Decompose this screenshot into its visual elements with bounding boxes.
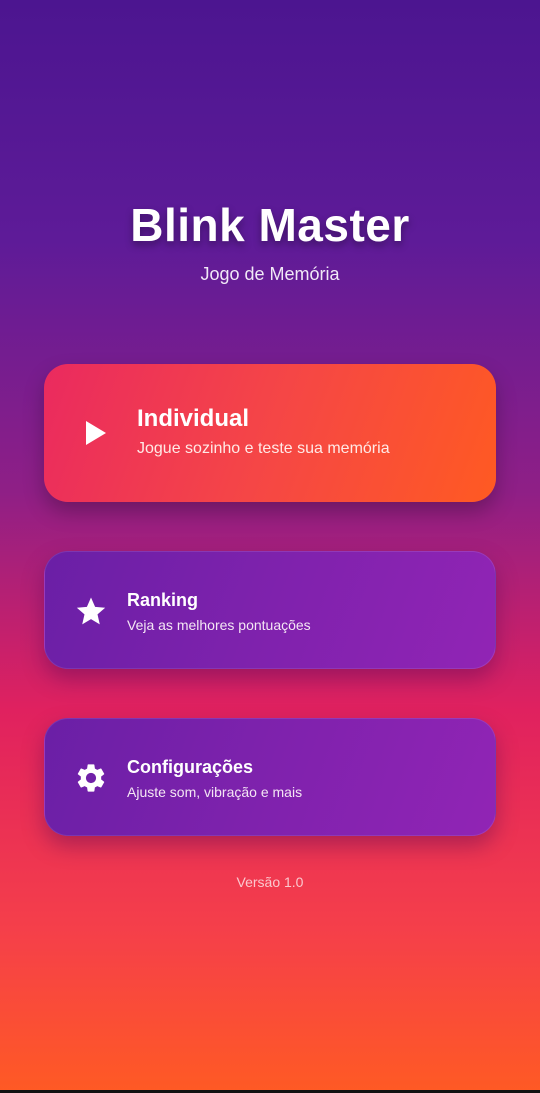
ranking-button[interactable]: Ranking Veja as melhores pontuações xyxy=(44,551,496,669)
ranking-title: Ranking xyxy=(127,590,199,610)
settings-description: Ajuste som, vibração e mais xyxy=(127,784,303,800)
individual-mode-title: Individual xyxy=(137,405,250,432)
gear-icon xyxy=(73,760,109,796)
app-title: Blink Master xyxy=(130,199,410,251)
settings-button[interactable]: Configurações Ajuste som, vibração e mai… xyxy=(44,718,496,836)
star-icon xyxy=(73,593,109,629)
ranking-description: Veja as melhores pontuações xyxy=(127,617,311,633)
play-icon xyxy=(80,417,112,449)
individual-mode-button[interactable]: Individual Jogue sozinho e teste sua mem… xyxy=(44,364,496,502)
app-subtitle: Jogo de Memória xyxy=(200,264,340,284)
individual-mode-description: Jogue sozinho e teste sua memória xyxy=(137,440,390,457)
settings-title: Configurações xyxy=(127,757,254,777)
main-menu-screen: Blink Master Jogo de Memória Individual … xyxy=(0,0,540,1093)
version-label: Versão 1.0 xyxy=(236,874,304,890)
